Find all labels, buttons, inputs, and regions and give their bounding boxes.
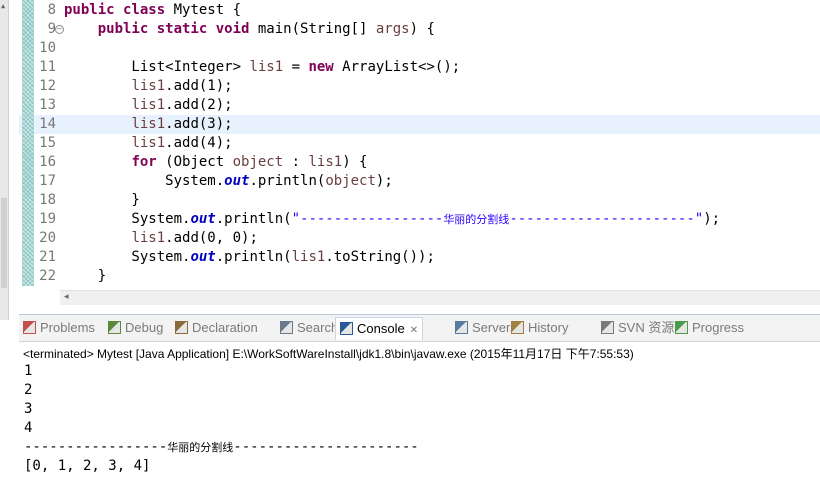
servers-icon [455,321,468,334]
tab-label: Progress [692,320,745,335]
code-text: lis1.add(2); [131,97,233,113]
code-text: public static void main(String[] args) { [97,21,435,37]
tab-servers[interactable]: Servers [455,319,517,337]
code-line[interactable]: 22 } [19,267,820,286]
line-number: 18 [39,192,56,208]
code-line[interactable]: 19 System.out.println("-----------------… [19,210,820,229]
tab-progress[interactable]: Progress [675,319,744,337]
code-line[interactable]: 9− public static void main(String[] args… [19,20,820,39]
line-number: 13 [39,97,56,113]
bottom-panel: Problems Debug Declaration Search Console ✕ Se… [19,314,820,482]
console-output-line: 4 [24,420,33,436]
progress-icon [675,321,688,334]
code-text: lis1.add(4); [131,135,233,151]
search-icon [280,321,293,334]
console-output-line: 3 [24,401,33,417]
line-number: 10 [39,40,56,56]
line-number: 22 [39,268,56,284]
code-line[interactable]: 17 System.out.println(object); [19,172,820,191]
code-line[interactable]: 8 public class Mytest { [19,1,820,20]
tab-label: Debug [125,320,164,335]
tab-problems[interactable]: Problems [23,319,95,337]
scroll-up-icon[interactable]: ▲ [1,2,5,10]
line-number: 17 [39,173,56,189]
line-number: 15 [39,135,56,151]
tab-label: Search [297,320,339,335]
line-number: 21 [39,249,56,265]
view-tab-bar: Problems Debug Declaration Search Console ✕ Se… [19,315,820,342]
code-text: lis1.add(3); [131,116,233,132]
code-line[interactable]: 12 lis1.add(1); [19,77,820,96]
code-line[interactable]: 10 [19,39,820,58]
code-editor[interactable]: 8 public class Mytest { 9− public static v… [19,0,820,292]
code-line[interactable]: 14 lis1.add(3); [19,115,820,134]
code-text: lis1.add(1); [131,78,233,94]
left-scrollbar[interactable]: ▲ [0,0,9,320]
close-icon[interactable]: ✕ [410,325,418,336]
code-text: System.out.println(object); [64,173,393,189]
code-line[interactable]: 21 System.out.println(lis1.toString()); [19,248,820,267]
svn-icon [601,321,614,334]
debug-icon [108,321,121,334]
tab-label: Console [357,321,405,336]
history-icon [511,321,524,334]
code-text: System.out.println(lis1.toString()); [64,249,435,265]
tab-search[interactable]: Search [280,319,338,337]
code-text: } [64,192,140,208]
tab-history[interactable]: History [511,319,568,337]
fold-toggle-icon[interactable]: − [55,25,64,34]
tab-declaration[interactable]: Declaration [175,319,258,337]
code-text: System.out.println("-----------------华丽的… [64,211,721,227]
code-line[interactable]: 13 lis1.add(2); [19,96,820,115]
console-output-line: [0, 1, 2, 3, 4] [24,458,151,474]
code-text: } [64,268,107,284]
tab-debug[interactable]: Debug [108,319,163,337]
horizontal-scrollbar[interactable]: ◂ [60,290,820,305]
code-text: List<Integer> lis1 = new ArrayList<>(); [64,59,461,75]
console-output-line: 1 [24,363,33,379]
console-icon [340,322,353,335]
code-text: lis1.add(0, 0); [131,230,258,246]
tab-label: History [528,320,569,335]
line-number: 19 [39,211,56,227]
code-text: public class Mytest { [64,2,242,18]
console-output-line: 2 [24,382,33,398]
code-line[interactable]: 18 } [19,191,820,210]
tab-label: Declaration [192,320,258,335]
code-line[interactable]: 16 for (Object object : lis1) { [19,153,820,172]
code-line[interactable]: 15 lis1.add(4); [19,134,820,153]
code-line[interactable]: 11 List<Integer> lis1 = new ArrayList<>(… [19,58,820,77]
problems-icon [23,321,36,334]
console-separator-line: -----------------华丽的分割线-----------------… [24,439,419,455]
tab-console[interactable]: Console ✕ [335,317,424,340]
console-status: <terminated> Mytest [Java Application] E… [23,347,634,361]
line-number: 11 [39,59,56,75]
line-number: 12 [39,78,56,94]
line-number: 16 [39,154,56,170]
line-number: 8 [47,2,56,18]
line-number: 14 [39,116,56,132]
scrollbar-thumb[interactable] [1,198,7,288]
line-number: 20 [39,230,56,246]
code-line[interactable]: 20 lis1.add(0, 0); [19,229,820,248]
scroll-left-icon[interactable]: ◂ [64,292,69,302]
line-number: 9 [47,21,56,37]
tab-label: Problems [40,320,95,335]
declaration-icon [175,321,188,334]
code-text: for (Object object : lis1) { [131,154,368,170]
change-ruler [22,0,34,286]
